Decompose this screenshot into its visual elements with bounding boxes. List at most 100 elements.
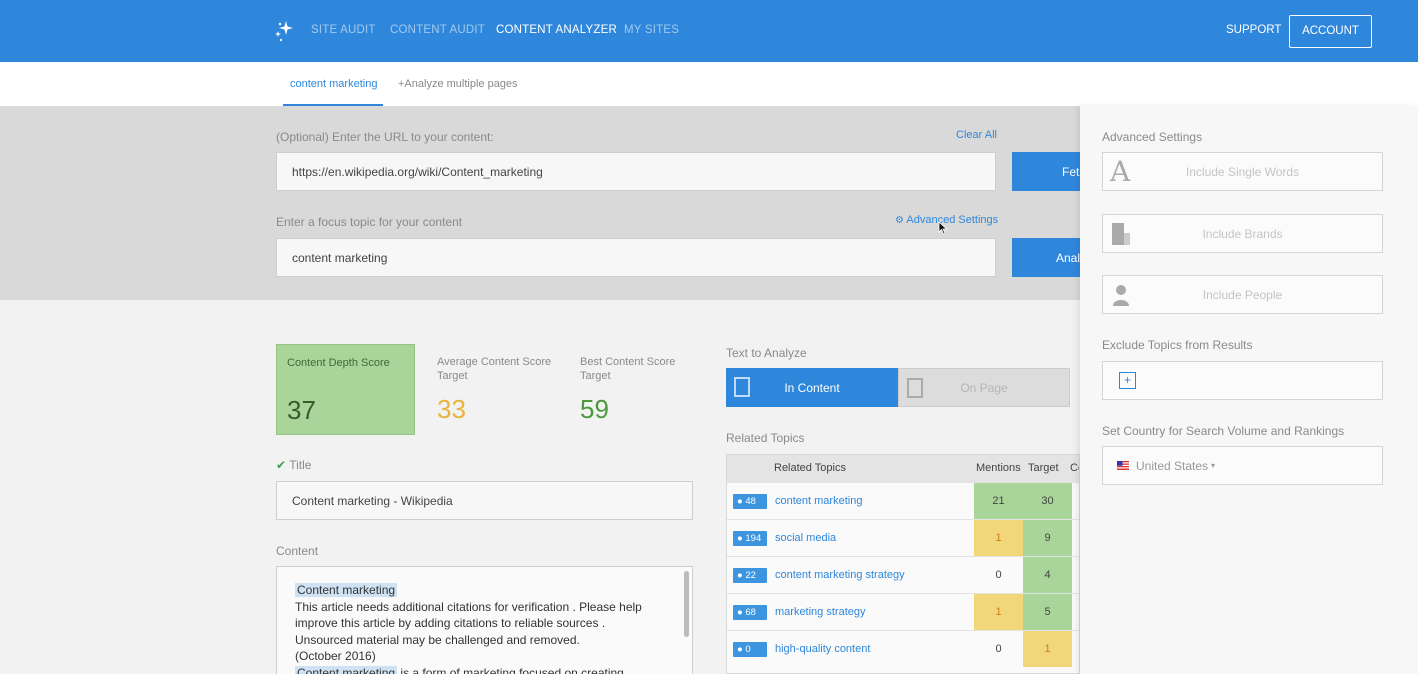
topic-link[interactable]: content marketing strategy [775,569,905,581]
advanced-settings-title: Advanced Settings [1102,130,1203,144]
content-line: (October 2016) [295,649,376,663]
pin-icon: ● [737,644,743,655]
add-exclude-button[interactable]: + [1119,372,1136,389]
header-related-topics[interactable]: Related Topics [774,462,846,474]
table-row[interactable]: ● 22 content marketing strategy 0 4 [727,556,1079,593]
content-line: is a form of marketing focused on creati… [397,665,628,674]
table-row[interactable]: ● 48 content marketing 21 30 [727,482,1079,519]
fetch-button[interactable]: Fetch [1012,152,1080,191]
nav-my-sites[interactable]: MY SITES [624,24,679,36]
url-label: (Optional) Enter the URL to your content… [276,130,494,144]
title-input[interactable]: Content marketing - Wikipedia [276,481,693,520]
mentions-cell: 21 [974,483,1023,519]
table-header: Related Topics Mentions Target Co [727,455,1079,482]
tab-content-marketing[interactable]: content marketing [290,78,377,90]
table-row[interactable]: ● 194 social media 1 9 [727,519,1079,556]
document-icon [734,377,750,397]
support-link[interactable]: SUPPORT [1226,24,1281,36]
include-people-toggle[interactable]: Include People [1102,275,1383,314]
highlighted-topic: Content marketing [295,665,398,674]
pin-icon: ● [737,570,743,581]
target-cell: 1 [1023,631,1072,667]
include-single-words-toggle[interactable]: A Include Single Words [1102,152,1383,191]
search-volume-badge: ● 68 [733,605,767,620]
account-button[interactable]: ACCOUNT [1289,15,1372,48]
app-window: SITE AUDIT CONTENT AUDIT CONTENT ANALYZE… [0,0,1418,674]
badge-value: 68 [745,607,756,618]
tab-analyze-multiple-pages[interactable]: +Analyze multiple pages [398,78,518,90]
badge-value: 22 [745,570,756,581]
topic-link[interactable]: high-quality content [775,643,870,655]
content-label: Content [276,544,319,558]
topic-link[interactable]: social media [775,532,836,544]
header-mentions[interactable]: Mentions [976,462,1021,474]
sparkle-logo-icon[interactable] [272,19,296,43]
highlighted-topic: Content marketing [295,583,398,597]
country-value: United States [1136,458,1209,473]
country-select[interactable]: United States ▾ [1102,446,1383,485]
content-depth-score-label: Content Depth Score [287,357,390,369]
in-content-label: In Content [784,380,840,395]
exclude-topics-label: Exclude Topics from Results [1102,338,1253,352]
mouse-cursor-icon [938,221,948,235]
in-content-toggle[interactable]: In Content [726,368,898,407]
country-label: Set Country for Search Volume and Rankin… [1102,424,1345,438]
search-volume-badge: ● 0 [733,642,767,657]
us-flag-icon [1117,461,1129,470]
mentions-cell: 0 [995,643,1002,655]
content-text: Content marketing This article needs add… [295,582,665,674]
content-line: Unsourced material may be challenged and… [295,632,580,647]
average-score-label: Average Content Score Target [437,356,552,382]
header-co[interactable]: Co [1070,462,1079,474]
url-input[interactable]: https://en.wikipedia.org/wiki/Content_ma… [276,152,996,191]
topic-link[interactable]: marketing strategy [775,606,865,618]
best-score-value: 59 [580,394,609,424]
pin-icon: ● [737,533,743,544]
content-scrollbar[interactable] [684,571,689,637]
content-textarea[interactable]: Content marketing This article needs add… [276,566,693,674]
focus-topic-input[interactable]: content marketing [276,238,996,277]
title-label-text: Title [289,458,312,472]
on-page-label: On Page [960,380,1008,395]
include-single-words-label: Include Single Words [1185,164,1300,179]
clear-all-link[interactable]: Clear All [956,129,997,141]
nav-content-analyzer[interactable]: CONTENT ANALYZER [496,24,617,36]
focus-topic-label: Enter a focus topic for your content [276,215,463,229]
topic-link[interactable]: content marketing [775,495,862,507]
badge-value: 0 [745,644,751,655]
exclude-topics-field[interactable]: + [1102,361,1383,400]
page-icon [907,378,923,398]
content-depth-score-value: 37 [287,395,316,425]
nav-site-audit[interactable]: SITE AUDIT [311,24,376,36]
related-topics-label: Related Topics [726,431,805,445]
search-volume-badge: ● 22 [733,568,767,583]
analyze-button[interactable]: Analyze [1012,238,1080,277]
person-icon [1113,285,1129,306]
header-target[interactable]: Target [1028,462,1059,474]
target-cell: 5 [1023,594,1072,630]
letter-a-icon: A [1110,155,1131,188]
pin-icon: ● [737,607,743,618]
title-section-label: ✔ Title [276,458,311,472]
search-volume-badge: ● 194 [733,531,767,546]
subtab-bar: content marketing +Analyze multiple page… [0,62,1418,106]
include-people-label: Include People [1202,287,1283,302]
table-row[interactable]: ● 68 marketing strategy 1 5 [727,593,1079,630]
target-cell: 4 [1023,557,1072,593]
gear-icon: ⚙ [895,215,904,226]
check-icon: ✔ [276,458,287,472]
badge-value: 48 [745,496,756,507]
table-row[interactable]: ● 0 high-quality content 0 1 [727,630,1079,667]
mentions-cell: 0 [995,569,1002,581]
on-page-toggle[interactable]: On Page [898,368,1070,407]
nav-content-audit[interactable]: CONTENT AUDIT [390,24,485,36]
content-depth-score-card: Content Depth Score 37 [276,344,415,435]
caret-down-icon: ▾ [1211,461,1216,470]
search-volume-badge: ● 48 [733,494,767,509]
top-nav: SITE AUDIT CONTENT AUDIT CONTENT ANALYZE… [0,0,1418,62]
related-topics-table: Related Topics Mentions Target Co ● 48 co… [726,454,1080,674]
text-to-analyze-label: Text to Analyze [726,346,807,360]
include-brands-toggle[interactable]: Include Brands [1102,214,1383,253]
mentions-cell: 1 [974,594,1023,630]
include-brands-label: Include Brands [1202,226,1283,241]
